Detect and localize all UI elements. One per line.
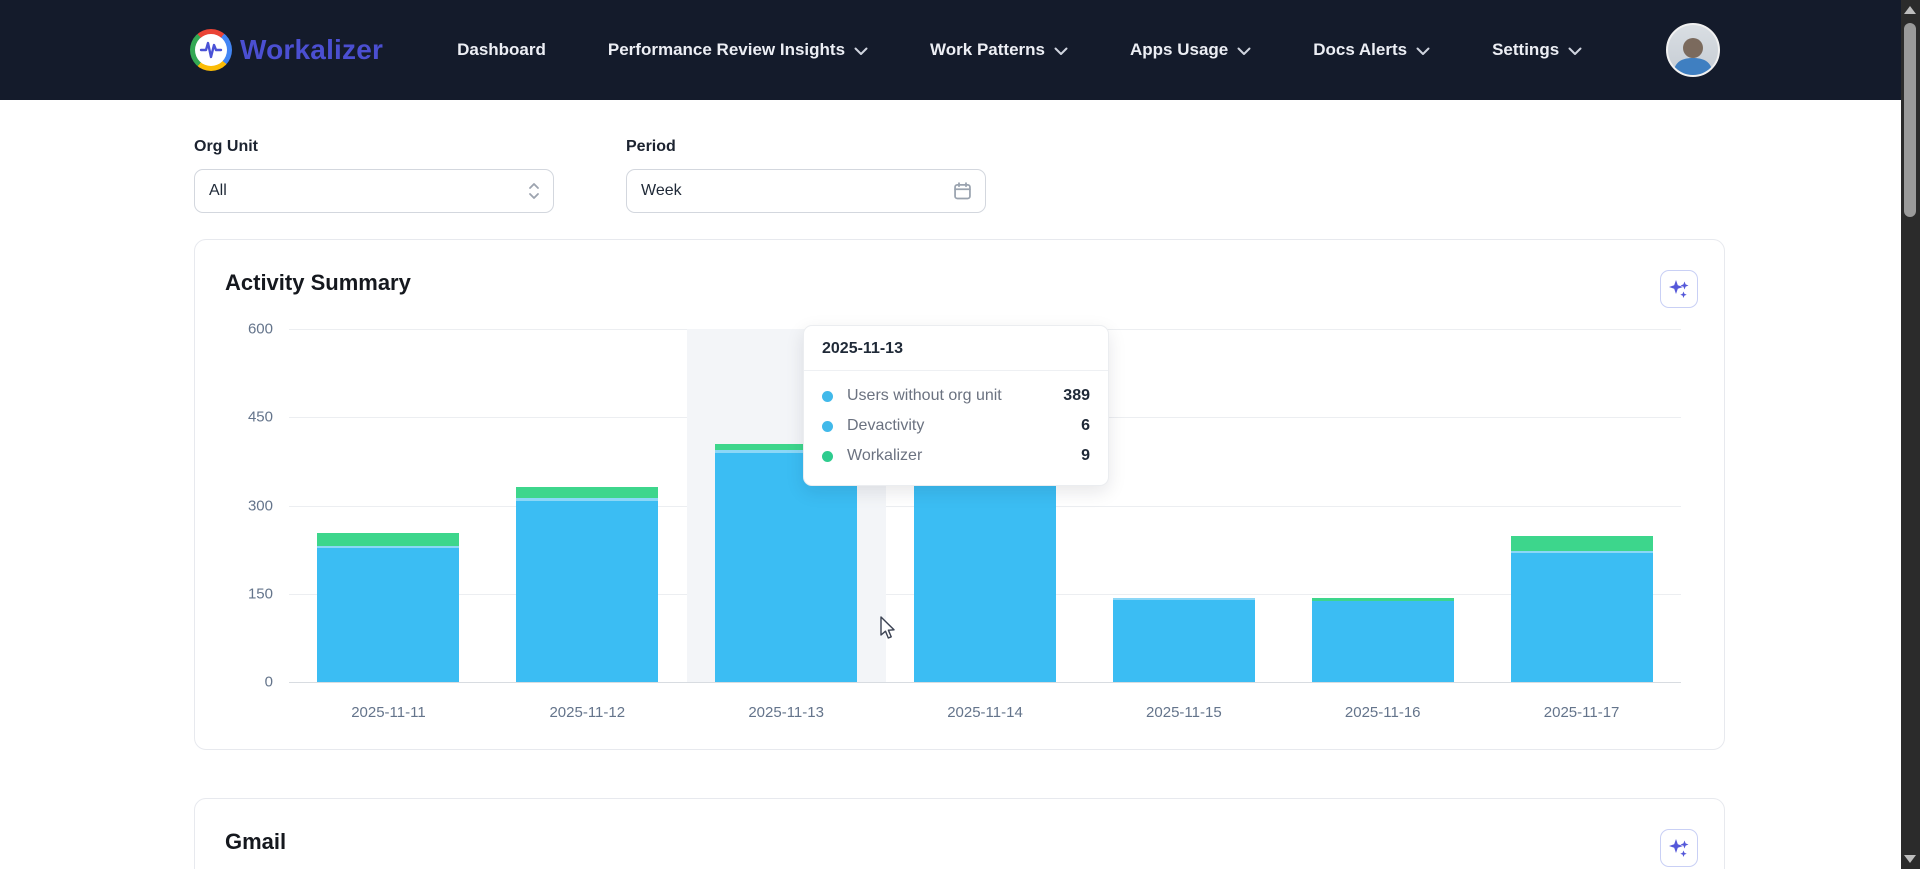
stacked-bar-2025-11-12[interactable] (516, 487, 658, 682)
stacked-bar-2025-11-11[interactable] (317, 533, 459, 682)
series-dot-icon (822, 451, 833, 462)
bar-segment (1312, 601, 1454, 682)
chevron-down-icon (1568, 47, 1582, 56)
stacked-bar-2025-11-17[interactable] (1511, 536, 1653, 682)
org-unit-label: Org Unit (194, 138, 554, 156)
gmail-ai-sparkles-button[interactable] (1660, 829, 1698, 867)
nav-item-label: Docs Alerts (1313, 40, 1407, 60)
tooltip-series-label: Workalizer (847, 447, 1081, 465)
series-dot-icon (822, 421, 833, 432)
activity-chart: 2025-11-13 Users without org unit389Deva… (195, 240, 1724, 749)
tooltip-series-label: Devactivity (847, 417, 1081, 435)
bar-segment (1113, 600, 1255, 682)
nav-item-settings[interactable]: Settings (1492, 40, 1582, 60)
nav-item-performance-review-insights[interactable]: Performance Review Insights (608, 40, 868, 60)
bar-segment (1511, 536, 1653, 551)
gmail-title: Gmail (225, 829, 286, 855)
y-axis-tick: 600 (195, 321, 273, 338)
x-axis-label: 2025-11-14 (886, 704, 1085, 721)
nav-menu: Dashboard Performance Review Insights Work… (457, 40, 1582, 60)
chart-bar-slot[interactable] (1283, 329, 1482, 682)
select-updown-icon (527, 182, 541, 200)
stacked-bar-2025-11-16[interactable] (1312, 598, 1454, 682)
series-dot-icon (822, 391, 833, 402)
chart-tooltip: 2025-11-13 Users without org unit389Deva… (803, 325, 1109, 486)
brand-logo[interactable]: Workalizer (190, 29, 383, 71)
period-label: Period (626, 138, 986, 156)
tooltip-row: Devactivity6 (822, 411, 1090, 441)
nav-item-label: Settings (1492, 40, 1559, 60)
scrollbar-thumb[interactable] (1904, 23, 1916, 217)
bar-segment (715, 453, 857, 682)
stacked-bar-2025-11-15[interactable] (1113, 598, 1255, 682)
tooltip-series-value: 6 (1081, 417, 1090, 435)
bar-segment (317, 533, 459, 546)
vertical-scrollbar[interactable] (1901, 0, 1920, 869)
nav-item-docs-alerts[interactable]: Docs Alerts (1313, 40, 1430, 60)
chevron-down-icon (1237, 47, 1251, 56)
period-input[interactable]: Week (626, 169, 986, 213)
nav-item-label: Dashboard (457, 40, 546, 60)
y-axis-tick: 300 (195, 497, 273, 514)
org-unit-value: All (209, 182, 227, 200)
chart-bar-slot[interactable] (1084, 329, 1283, 682)
tooltip-series-value: 389 (1063, 387, 1090, 405)
nav-item-apps-usage[interactable]: Apps Usage (1130, 40, 1251, 60)
x-axis-label: 2025-11-13 (687, 704, 886, 721)
scrollbar-down-arrow-icon[interactable] (1904, 855, 1916, 863)
x-axis-label: 2025-11-16 (1283, 704, 1482, 721)
chart-bar-slot[interactable] (289, 329, 488, 682)
mouse-cursor (877, 616, 899, 642)
tooltip-date: 2025-11-13 (804, 326, 1108, 371)
user-avatar[interactable] (1666, 23, 1720, 77)
chevron-down-icon (1416, 47, 1430, 56)
tooltip-series-label: Users without org unit (847, 387, 1063, 405)
scrollbar-up-arrow-icon[interactable] (1904, 6, 1916, 14)
chart-bar-slot[interactable] (1482, 329, 1681, 682)
chevron-down-icon (1054, 47, 1068, 56)
gmail-card: Gmail (194, 798, 1725, 869)
bar-segment (516, 501, 658, 682)
filters-row: Org Unit All Period Week (194, 138, 1725, 213)
bar-segment (914, 470, 1056, 682)
nav-item-dashboard[interactable]: Dashboard (457, 40, 546, 60)
x-axis-label: 2025-11-15 (1084, 704, 1283, 721)
nav-item-work-patterns[interactable]: Work Patterns (930, 40, 1068, 60)
period-value: Week (641, 182, 682, 200)
y-axis-tick: 0 (195, 674, 273, 691)
workalizer-logo-icon (190, 29, 232, 71)
activity-summary-card: Activity Summary 2025-11-13 Users withou… (194, 239, 1725, 750)
main-content: Org Unit All Period Week (0, 100, 1920, 869)
chevron-down-icon (854, 47, 868, 56)
nav-item-label: Work Patterns (930, 40, 1045, 60)
y-axis-tick: 150 (195, 585, 273, 602)
tooltip-row: Workalizer9 (822, 441, 1090, 471)
sparkles-icon (1667, 836, 1691, 860)
nav-item-label: Performance Review Insights (608, 40, 845, 60)
nav-item-label: Apps Usage (1130, 40, 1228, 60)
bar-segment (317, 548, 459, 682)
top-navbar: Workalizer Dashboard Performance Review I… (0, 0, 1920, 100)
x-axis-label: 2025-11-17 (1482, 704, 1681, 721)
tooltip-series-value: 9 (1081, 447, 1090, 465)
y-axis-tick: 450 (195, 409, 273, 426)
x-axis-label: 2025-11-11 (289, 704, 488, 721)
tooltip-row: Users without org unit389 (822, 381, 1090, 411)
bar-segment (516, 487, 658, 499)
brand-name: Workalizer (240, 34, 383, 66)
chart-gridline (289, 682, 1681, 683)
x-axis-label: 2025-11-12 (488, 704, 687, 721)
chart-bar-slot[interactable] (488, 329, 687, 682)
calendar-icon (952, 181, 973, 202)
bar-segment (1511, 553, 1653, 682)
org-unit-select[interactable]: All (194, 169, 554, 213)
stacked-bar-2025-11-14[interactable] (914, 463, 1056, 682)
